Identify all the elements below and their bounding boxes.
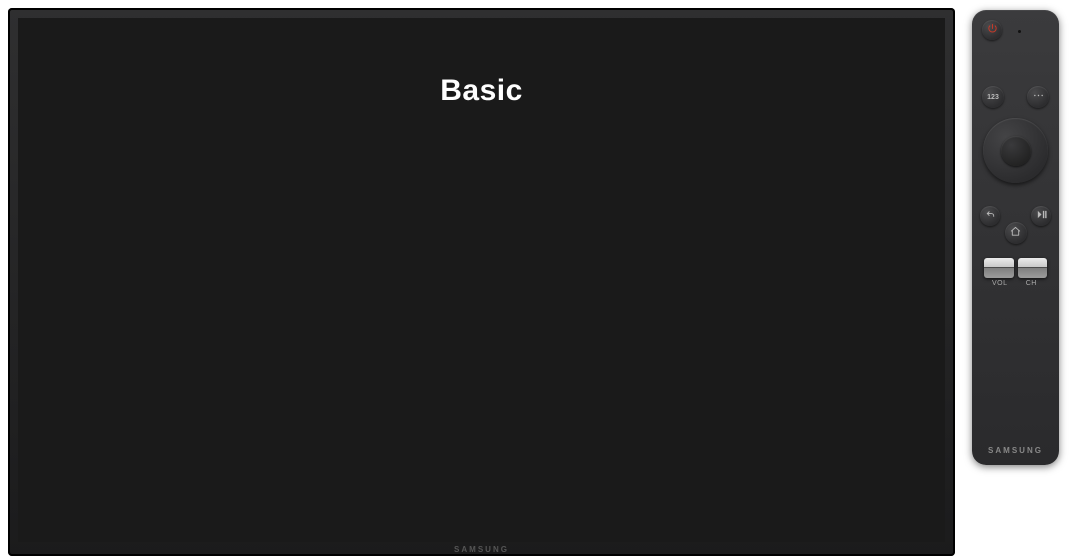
play-pause-button[interactable] — [1031, 206, 1051, 226]
more-button[interactable] — [1027, 86, 1049, 108]
remote-brand-label: SAMSUNG — [972, 446, 1059, 455]
rocker-labels: VOL CH — [984, 280, 1047, 287]
tv-frame: Basic SAMSUNG — [8, 8, 955, 556]
microphone-hole — [1018, 30, 1021, 33]
remote-control: 123 — [972, 10, 1059, 465]
volume-rocker[interactable] — [984, 258, 1014, 278]
power-icon — [987, 21, 998, 39]
screen-title: Basic — [440, 74, 523, 108]
power-button[interactable] — [982, 20, 1002, 40]
dpad-ring[interactable] — [983, 118, 1048, 183]
back-icon — [985, 207, 996, 225]
tv-brand-label: SAMSUNG — [454, 545, 509, 554]
numpad-button[interactable]: 123 — [982, 86, 1004, 108]
numpad-label: 123 — [987, 94, 999, 101]
rocker-row — [984, 258, 1047, 278]
channel-label: CH — [1016, 280, 1048, 287]
back-button[interactable] — [980, 206, 1000, 226]
volume-label: VOL — [984, 280, 1016, 287]
more-icon — [1033, 88, 1044, 106]
play-pause-icon — [1036, 207, 1047, 225]
dpad-select-button[interactable] — [1001, 136, 1031, 166]
channel-rocker[interactable] — [1018, 258, 1048, 278]
home-icon — [1010, 224, 1021, 242]
tv-screen: Basic — [18, 18, 945, 542]
home-button[interactable] — [1005, 222, 1027, 244]
